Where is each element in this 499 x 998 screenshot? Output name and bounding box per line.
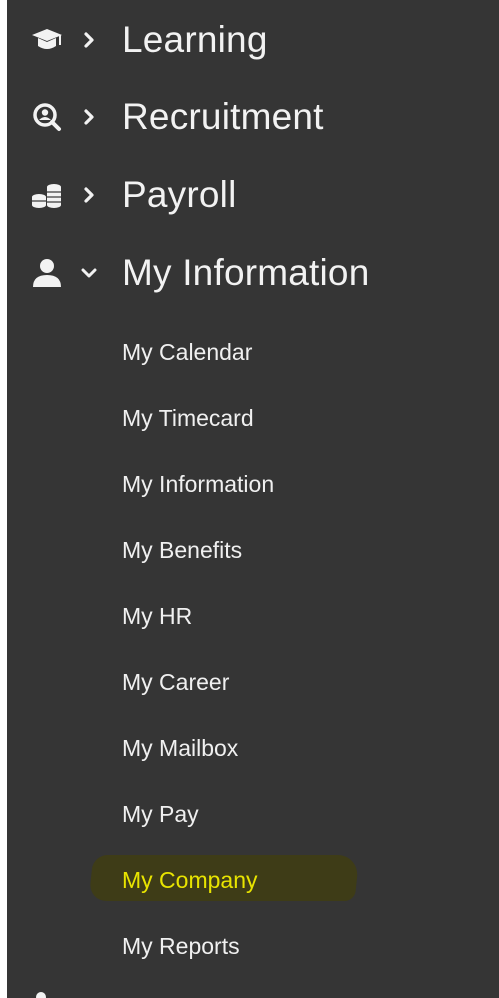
- submenu-item-my-pay[interactable]: My Pay: [7, 793, 499, 833]
- submenu-item-label: My Benefits: [122, 537, 243, 563]
- submenu-item-label: My Pay: [122, 801, 199, 827]
- submenu-item-label: My Mailbox: [122, 735, 239, 761]
- submenu-item-my-career[interactable]: My Career: [7, 661, 499, 701]
- submenu-item-label: My Calendar: [122, 339, 253, 365]
- submenu-item-label: My Career: [122, 669, 230, 695]
- submenu-item-my-company[interactable]: My Company: [7, 855, 499, 901]
- submenu-item-label: My Reports: [122, 933, 240, 959]
- submenu-item-my-reports[interactable]: My Reports: [7, 925, 499, 965]
- submenu-item-label: My Information: [122, 471, 275, 497]
- sidebar-item-my-information[interactable]: My Information: [7, 245, 499, 301]
- submenu-item-my-benefits[interactable]: My Benefits: [7, 529, 499, 569]
- submenu-item-label: My HR: [122, 603, 193, 629]
- sidebar-item-label: Learning: [122, 19, 268, 60]
- coins-stack-icon: [29, 177, 65, 213]
- sidebar-item-payroll[interactable]: Payroll: [7, 167, 499, 223]
- sidebar-item-learning[interactable]: Learning: [7, 12, 499, 68]
- truncated-next-item-icon: [29, 988, 53, 998]
- sidebar-item-label: My Information: [122, 252, 370, 293]
- graduation-cap-icon: [29, 22, 65, 58]
- submenu-item-label: My Company: [122, 867, 258, 893]
- sidebar-item-label: Recruitment: [122, 96, 324, 137]
- submenu-item-my-information[interactable]: My Information: [7, 463, 499, 503]
- sidebar-item-label: Payroll: [122, 174, 237, 215]
- chevron-down-icon: [80, 261, 98, 285]
- chevron-right-icon: [80, 183, 98, 207]
- submenu-item-my-timecard[interactable]: My Timecard: [7, 397, 499, 437]
- submenu-item-label: My Timecard: [122, 405, 254, 431]
- chevron-right-icon: [80, 105, 98, 129]
- submenu-item-my-mailbox[interactable]: My Mailbox: [7, 727, 499, 767]
- submenu-item-my-calendar[interactable]: My Calendar: [7, 331, 499, 371]
- chevron-right-icon: [80, 28, 98, 52]
- search-person-icon: [29, 99, 65, 135]
- sidebar: Learning Recruitment Payroll My Informat…: [7, 0, 499, 998]
- user-icon: [29, 255, 65, 291]
- submenu-item-my-hr[interactable]: My HR: [7, 595, 499, 635]
- sidebar-item-recruitment[interactable]: Recruitment: [7, 89, 499, 145]
